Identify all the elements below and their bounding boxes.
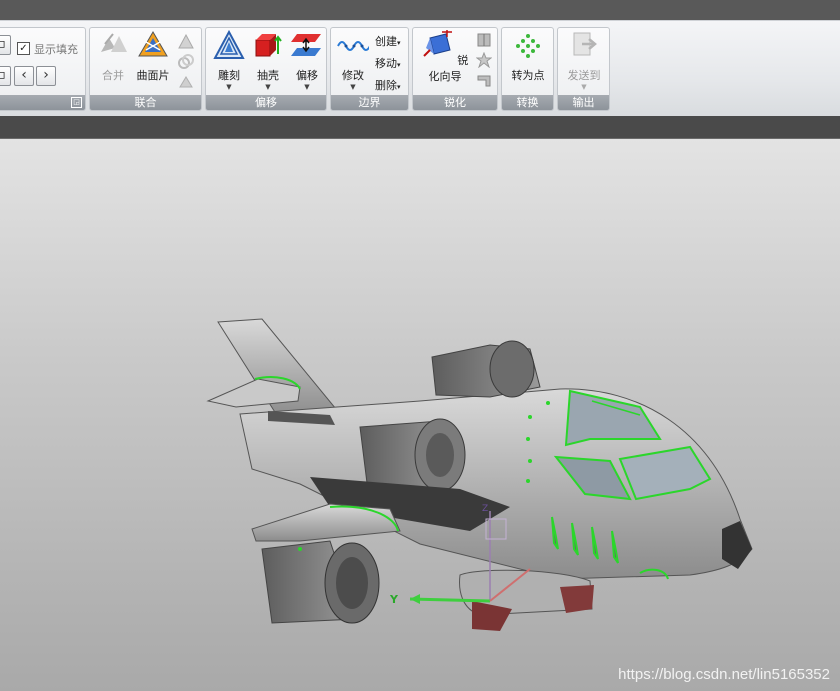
document-tab-bar <box>0 116 840 139</box>
axis-y-label: Y <box>389 593 399 606</box>
cone-icon[interactable] <box>178 34 194 50</box>
dialog-launcher-icon[interactable]: ◲ <box>71 97 82 108</box>
offset-icon <box>291 34 321 56</box>
group-label-output: 输出 <box>558 95 609 110</box>
carve-icon <box>213 29 245 59</box>
group-label-offset: 偏移 <box>206 95 326 110</box>
carve-dropdown-icon: ▼ <box>226 83 232 91</box>
ribbon-group-offset: 雕刻 ▼ 抽壳 ▼ 偏移 ▼ 偏移 <box>205 27 327 111</box>
sharpen-edge-icon[interactable] <box>476 32 492 48</box>
chevron-left-icon: ‹ <box>21 67 27 83</box>
points-cloud-icon <box>516 34 540 58</box>
ribbon-toolbar: ▫ ✓ 显示填充 ▫ ‹ › ◲ 合并 曲面片 联合 雕刻 ▼ 抽壳 ▼ 偏移 … <box>0 20 840 117</box>
carve-label: 雕刻 <box>218 69 240 82</box>
offset-label: 偏移 <box>296 69 318 82</box>
send-to-icon <box>573 32 597 56</box>
modify-label: 修改 <box>342 69 364 82</box>
merge-icon <box>101 33 127 52</box>
patch-label: 曲面片 <box>136 69 170 82</box>
ribbon-group-output: 发送到 ▼ 输出 <box>557 27 610 111</box>
send-to-label: 发送到 <box>567 69 601 82</box>
patch-button[interactable]: 曲面片 <box>134 30 172 83</box>
delete-button[interactable]: 删除▾ <box>375 77 401 93</box>
merge-button[interactable]: 合并 <box>94 30 132 83</box>
aircraft-model <box>206 318 753 631</box>
boundary-wave-icon <box>337 41 371 51</box>
shell-icon <box>255 34 282 57</box>
sharpen-wizard-icon <box>423 27 452 57</box>
show-fill-label: 显示填充 <box>34 43 78 56</box>
create-button[interactable]: 创建▾ <box>375 33 401 49</box>
rings-icon[interactable] <box>178 54 194 70</box>
group-label-convert: 转换 <box>502 95 553 110</box>
nav-partial-button[interactable]: ▫ <box>0 35 11 55</box>
patch-icon <box>138 31 168 57</box>
to-points-label: 转为点 <box>511 69 545 82</box>
send-to-dropdown-icon: ▼ <box>581 83 587 91</box>
model-canvas: Z Y <box>206 318 753 631</box>
ribbon-group-boundary: 修改 ▼ 创建▾ 移动▾ 删除▾ 边界 <box>330 27 409 111</box>
to-points-button[interactable]: 转为点 <box>506 30 550 83</box>
ribbon-group-convert: 转为点 转换 <box>501 27 554 111</box>
move-button[interactable]: 移动▾ <box>375 55 401 71</box>
modify-button[interactable]: 修改 ▼ <box>333 30 373 91</box>
sharpen-wizard-button[interactable]: 锐化向导 <box>417 27 473 84</box>
carve-button[interactable]: 雕刻 ▼ <box>210 29 248 91</box>
show-fill-checkbox[interactable]: ✓ <box>17 42 30 55</box>
sharpen-star-icon[interactable] <box>476 52 492 68</box>
sharpen-corner-icon[interactable] <box>476 72 492 88</box>
watermark-text: https://blog.csdn.net/lin5165352 <box>618 666 830 683</box>
prev-button[interactable]: ‹ <box>14 66 34 86</box>
ribbon-group-sharpen: 锐化向导 锐化 <box>412 27 498 111</box>
ribbon-group-union: 合并 曲面片 联合 <box>89 27 202 111</box>
group-label-boundary: 边界 <box>331 95 408 110</box>
send-to-button[interactable]: 发送到 ▼ <box>562 30 606 91</box>
offset-dropdown-icon: ▼ <box>304 83 310 91</box>
shell-dropdown-icon: ▼ <box>265 83 271 91</box>
chevron-right-icon: › <box>43 67 49 83</box>
shell-label: 抽壳 <box>257 69 279 82</box>
ribbon-group-display: ▫ ✓ 显示填充 ▫ ‹ › ◲ <box>0 27 86 111</box>
3d-viewport[interactable]: Z Y https://blog.csdn.net/lin5165352 <box>0 139 840 691</box>
offset-button[interactable]: 偏移 ▼ <box>288 30 326 91</box>
nav-partial-left-button[interactable]: ▫ <box>0 66 11 86</box>
title-bar <box>0 0 840 20</box>
group-label-union: 联合 <box>90 95 201 110</box>
pyramid-icon[interactable] <box>178 74 194 90</box>
shell-button[interactable]: 抽壳 ▼ <box>249 30 287 91</box>
axis-z-label: Z <box>482 504 488 514</box>
group-label-sharpen: 锐化 <box>413 95 497 110</box>
next-button[interactable]: › <box>36 66 56 86</box>
merge-label: 合并 <box>102 69 124 82</box>
modify-dropdown-icon: ▼ <box>350 83 356 91</box>
